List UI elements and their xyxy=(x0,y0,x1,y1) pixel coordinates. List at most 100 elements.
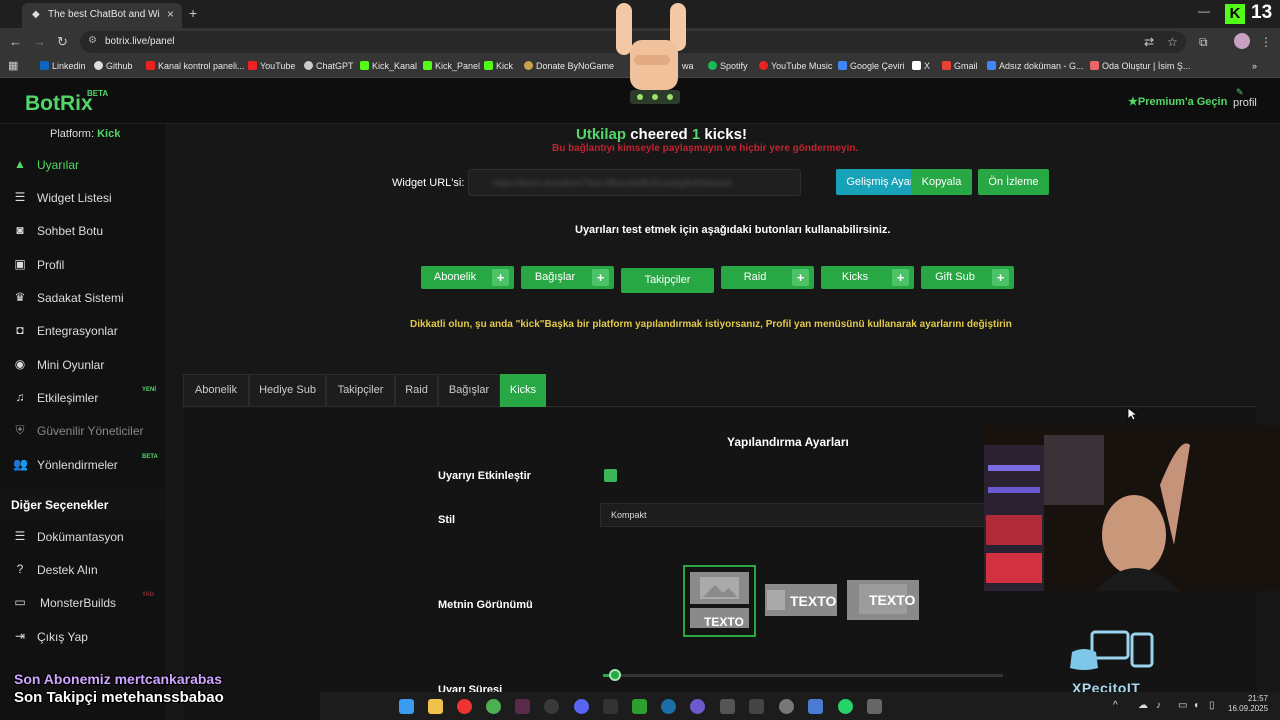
sidebar-item-logout[interactable]: ⇥ Çıkış Yap xyxy=(0,621,166,651)
integration-icon: ◘ xyxy=(16,323,24,337)
app-icon[interactable] xyxy=(515,699,530,714)
reload-icon[interactable]: ↻ xyxy=(57,34,68,50)
media-player-icon[interactable] xyxy=(457,699,472,714)
app-icon[interactable] xyxy=(720,699,735,714)
taskbar-clock[interactable]: 21:57 16.09.2025 xyxy=(1228,694,1268,714)
widget-url-field[interactable]: https://botrix.live/alerts?bid=2fbac0e5f… xyxy=(468,169,801,196)
layout-option-inline[interactable]: TEXTO xyxy=(761,578,839,620)
app-icon[interactable] xyxy=(544,699,559,714)
duration-slider[interactable] xyxy=(603,669,1003,681)
sidebar-item-widget-list[interactable]: ☰ Widget Listesi xyxy=(0,182,166,212)
sidebar-item-monsterbuilds[interactable]: ▭ MonsterBuilds YAD xyxy=(0,587,166,617)
streamer-webcam-image xyxy=(984,425,1280,591)
chrome-icon[interactable] xyxy=(486,699,501,714)
extensions-icon[interactable]: ⧉ xyxy=(1199,35,1208,50)
style-select[interactable]: Kompakt xyxy=(600,503,990,527)
bookmark-item[interactable]: Kanal kontrol paneli... xyxy=(146,61,245,71)
preview-button[interactable]: Ön İzleme xyxy=(978,169,1049,195)
minimize-icon[interactable]: — xyxy=(1198,4,1210,18)
new-badge: YENİ xyxy=(142,387,157,393)
tab-raid[interactable]: Raid xyxy=(395,374,438,407)
bookmark-item[interactable]: ChatGPT xyxy=(304,61,354,71)
app-icon[interactable] xyxy=(808,699,823,714)
cloud-icon[interactable]: ☁ xyxy=(1138,700,1148,711)
bookmark-item[interactable]: Kick xyxy=(484,61,513,71)
app-icon[interactable] xyxy=(779,699,794,714)
file-explorer-icon[interactable] xyxy=(428,699,443,714)
tab-subscription[interactable]: Abonelik xyxy=(183,374,249,407)
sidebar-item-redirects[interactable]: 👥 Yönlendirmeler BETA xyxy=(0,449,166,479)
duration-slider-knob[interactable] xyxy=(609,669,621,681)
tab-gift-sub[interactable]: Hediye Sub xyxy=(249,374,326,407)
sidebar-item-loyalty[interactable]: ♛ Sadakat Sistemi xyxy=(0,282,166,312)
profile-avatar[interactable] xyxy=(1234,33,1250,49)
tab-donations[interactable]: Bağışlar xyxy=(438,374,500,407)
test-sub-button[interactable]: Abonelik + xyxy=(421,266,514,289)
tab-kicks[interactable]: Kicks xyxy=(500,374,546,407)
bookmark-item[interactable]: YouTube xyxy=(248,61,295,71)
site-info-icon[interactable]: ⚙ xyxy=(88,35,97,46)
volume-icon[interactable]: ◖ xyxy=(1193,700,1199,711)
app-icon[interactable] xyxy=(749,699,764,714)
bookmark-item[interactable]: Spotify xyxy=(708,61,748,71)
bookmark-item[interactable]: Gmail xyxy=(942,61,978,71)
profile-link[interactable]: ✎ profil xyxy=(1233,87,1257,109)
xbox-icon[interactable] xyxy=(632,699,647,714)
bookmark-item[interactable]: Oda Oluştur | İsim Ş... xyxy=(1090,61,1190,71)
layout-option-overlay[interactable]: TEXTO xyxy=(843,576,921,622)
back-icon[interactable]: ← xyxy=(9,34,22,49)
epic-games-icon[interactable] xyxy=(603,699,618,714)
test-kicks-button[interactable]: Kicks + xyxy=(821,266,914,289)
apps-icon[interactable]: ▦ xyxy=(8,59,18,72)
app-icon[interactable] xyxy=(690,699,705,714)
browser-tab[interactable]: ◆ The best ChatBot and Widgets × xyxy=(22,3,182,28)
app-icon[interactable] xyxy=(867,699,882,714)
close-icon[interactable]: × xyxy=(167,7,174,21)
sidebar-item-mini-games[interactable]: ◉ Mini Oyunlar xyxy=(0,349,166,379)
layout-option-stacked[interactable]: TEXTO xyxy=(683,565,756,637)
bookmark-item[interactable]: YouTube Music xyxy=(759,61,832,71)
tray-chevron-icon[interactable]: ^ xyxy=(1113,700,1118,711)
bookmark-item[interactable]: Github xyxy=(94,61,133,71)
premium-link[interactable]: ★Premium'a Geçin xyxy=(1128,95,1227,108)
test-donations-button[interactable]: Bağışlar + xyxy=(521,266,614,289)
star-icon[interactable]: ☆ xyxy=(1167,35,1178,49)
battery-icon[interactable]: ▯ xyxy=(1209,700,1215,711)
bookmark-item[interactable]: Google Çeviri xyxy=(838,61,905,71)
logout-icon: ⇥ xyxy=(14,629,26,643)
test-raid-button[interactable]: Raid + xyxy=(721,266,814,289)
test-followers-button[interactable]: Takipçiler xyxy=(621,268,714,293)
menu-icon[interactable]: ⋮ xyxy=(1260,35,1272,49)
enable-checkbox[interactable] xyxy=(604,469,617,482)
copy-button[interactable]: Kopyala xyxy=(911,169,972,195)
bookmark-item[interactable]: Donate ByNoGame xyxy=(524,61,614,71)
sidebar-item-trusted-managers[interactable]: ⛨ Güvenilir Yöneticiler xyxy=(0,415,166,445)
bookmark-item[interactable]: Kick_Kanal xyxy=(360,61,417,71)
sidebar-item-alerts[interactable]: ▲ Uyarılar xyxy=(0,149,166,179)
windows-start-icon[interactable] xyxy=(399,699,414,714)
more-bookmarks-icon[interactable]: » xyxy=(1252,61,1257,71)
forward-icon[interactable]: → xyxy=(33,34,46,49)
mic-icon[interactable]: ♪ xyxy=(1156,700,1161,711)
sidebar-item-profile[interactable]: ▣ Profil xyxy=(0,249,166,279)
test-giftsub-button[interactable]: Gift Sub + xyxy=(921,266,1014,289)
botrix-logo[interactable]: BotRix xyxy=(25,92,93,116)
bookmark-item[interactable]: Linkedin xyxy=(40,61,86,71)
sidebar-item-docs[interactable]: ☰ Dokümantasyon xyxy=(0,521,166,551)
bookmark-item[interactable]: X xyxy=(912,61,930,71)
sidebar-item-interactions[interactable]: ♫ Etkileşimler YENİ xyxy=(0,382,166,412)
sidebar-item-integrations[interactable]: ◘ Entegrasyonlar xyxy=(0,315,166,345)
discord-icon[interactable] xyxy=(574,699,589,714)
translate-icon[interactable]: ⇄ xyxy=(1144,35,1154,49)
sidebar-item-chat-bot[interactable]: ◙ Sohbet Botu xyxy=(0,215,166,245)
tab-followers[interactable]: Takipçiler xyxy=(326,374,395,407)
bookmark-item[interactable]: Adsız doküman - G... xyxy=(987,61,1084,71)
sidebar-item-support[interactable]: ? Destek Alın xyxy=(0,554,166,584)
webcam-overlay xyxy=(984,425,1280,591)
new-tab-icon[interactable]: + xyxy=(189,5,197,21)
network-icon[interactable]: ▭ xyxy=(1178,700,1187,711)
bookmark-item[interactable]: Kick_Panel xyxy=(423,61,480,71)
url-text: botrix.live/panel xyxy=(105,36,175,47)
steam-icon[interactable] xyxy=(661,699,676,714)
whatsapp-icon[interactable] xyxy=(838,699,853,714)
